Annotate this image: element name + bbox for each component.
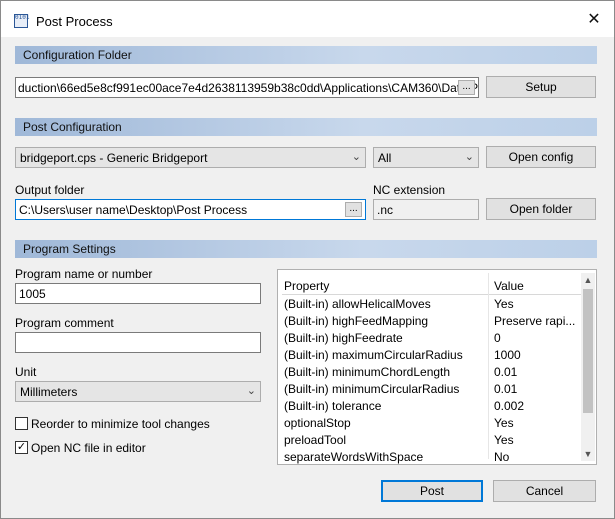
post-filter-value: All	[378, 151, 392, 165]
configuration-folder-path-text: duction\66ed5e8cf991ec00ace7e4d263811395…	[18, 81, 479, 95]
property-row[interactable]: preloadTool Yes	[282, 432, 581, 449]
output-folder-browse-button[interactable]: ...	[345, 202, 362, 217]
chevron-down-icon: ⌄	[246, 385, 256, 397]
grid-header-value[interactable]: Value	[494, 279, 524, 293]
open-folder-button[interactable]: Open folder	[486, 198, 596, 220]
configuration-folder-path-field[interactable]: duction\66ed5e8cf991ec00ace7e4d263811395…	[15, 77, 479, 98]
output-folder-label: Output folder	[15, 183, 85, 197]
property-value[interactable]: 0.01	[494, 365, 578, 379]
section-post-configuration: Post Configuration	[15, 118, 597, 136]
nc-extension-label: NC extension	[373, 183, 446, 197]
cancel-button[interactable]: Cancel	[493, 480, 596, 502]
section-program-settings: Program Settings	[15, 240, 597, 258]
property-value[interactable]: Yes	[494, 416, 578, 430]
output-folder-value: C:\Users\user name\Desktop\Post Process	[19, 203, 248, 217]
open-config-button[interactable]: Open config	[486, 146, 596, 168]
unit-select[interactable]: Millimeters ⌄	[15, 381, 261, 402]
program-name-value: 1005	[19, 287, 46, 301]
property-row[interactable]: separateWordsWithSpace No	[282, 449, 581, 466]
scroll-up-icon[interactable]: ▲	[581, 273, 595, 287]
unit-label: Unit	[15, 365, 37, 379]
reorder-tool-changes-checkbox[interactable]	[15, 417, 28, 430]
post-properties-grid[interactable]: Property Value (Built-in) allowHelicalMo…	[277, 269, 597, 465]
property-name: (Built-in) allowHelicalMoves	[284, 297, 431, 311]
property-name: preloadTool	[284, 433, 347, 447]
grid-header-property[interactable]: Property	[284, 279, 329, 293]
section-header-program-settings: Program Settings	[23, 242, 116, 256]
chevron-down-icon: ⌄	[351, 151, 361, 163]
property-name: optionalStop	[284, 416, 351, 430]
nc-extension-field[interactable]: .nc	[373, 199, 479, 220]
close-icon[interactable]: ✕	[579, 9, 609, 31]
property-row[interactable]: (Built-in) minimumChordLength 0.01	[282, 364, 581, 381]
post-button[interactable]: Post	[381, 480, 483, 502]
window-title: Post Process	[36, 14, 113, 29]
setup-button[interactable]: Setup	[486, 76, 596, 98]
post-processor-value: bridgeport.cps - Generic Bridgeport	[20, 151, 208, 165]
property-name: (Built-in) highFeedrate	[284, 331, 403, 345]
output-folder-field[interactable]: C:\Users\user name\Desktop\Post Process	[15, 199, 366, 220]
reorder-tool-changes-label: Reorder to minimize tool changes	[31, 417, 210, 431]
chevron-down-icon: ⌄	[464, 151, 474, 163]
scrollbar-thumb[interactable]	[583, 289, 593, 413]
grid-vertical-scrollbar[interactable]: ▲ ▼	[581, 273, 595, 461]
property-name: separateWordsWithSpace	[284, 450, 424, 464]
grid-header: Property Value	[282, 273, 581, 295]
title-bar[interactable]: 0101 Post Process ✕	[1, 1, 614, 37]
post-process-dialog: 0101 Post Process ✕ Configuration Folder…	[0, 0, 615, 519]
post-processor-select[interactable]: bridgeport.cps - Generic Bridgeport ⌄	[15, 147, 366, 168]
unit-value: Millimeters	[20, 385, 78, 399]
property-value[interactable]: Yes	[494, 433, 578, 447]
property-name: (Built-in) maximumCircularRadius	[284, 348, 463, 362]
property-row[interactable]: (Built-in) minimumCircularRadius 0.01	[282, 381, 581, 398]
nc-extension-value: .nc	[377, 203, 394, 217]
app-icon: 0101	[14, 14, 29, 28]
property-row[interactable]: (Built-in) allowHelicalMoves Yes	[282, 296, 581, 313]
program-name-field[interactable]: 1005	[15, 283, 261, 304]
property-value[interactable]: 0	[494, 331, 578, 345]
property-row[interactable]: (Built-in) highFeedMapping Preserve rapi.…	[282, 313, 581, 330]
check-icon: ✓	[16, 441, 27, 453]
scroll-down-icon[interactable]: ▼	[581, 447, 595, 461]
program-comment-label: Program comment	[15, 316, 114, 330]
property-value[interactable]: 0.002	[494, 399, 578, 413]
property-value[interactable]: 0.01	[494, 382, 578, 396]
property-name: (Built-in) minimumChordLength	[284, 365, 451, 379]
program-name-label: Program name or number	[15, 267, 153, 281]
property-row[interactable]: (Built-in) highFeedrate 0	[282, 330, 581, 347]
property-name: (Built-in) highFeedMapping	[284, 314, 429, 328]
property-value[interactable]: Yes	[494, 297, 578, 311]
property-value[interactable]: 1000	[494, 348, 578, 362]
property-value[interactable]: Preserve rapi...	[494, 314, 578, 328]
property-row[interactable]: (Built-in) maximumCircularRadius 1000	[282, 347, 581, 364]
program-comment-field[interactable]	[15, 332, 261, 353]
section-configuration-folder: Configuration Folder	[15, 46, 597, 64]
section-header-configuration-folder: Configuration Folder	[23, 48, 132, 62]
open-nc-in-editor-checkbox[interactable]: ✓	[15, 441, 28, 454]
open-nc-in-editor-label: Open NC file in editor	[31, 441, 146, 455]
property-row[interactable]: (Built-in) tolerance 0.002	[282, 398, 581, 415]
property-name: (Built-in) minimumCircularRadius	[284, 382, 460, 396]
property-name: (Built-in) tolerance	[284, 399, 382, 413]
property-row[interactable]: optionalStop Yes	[282, 415, 581, 432]
configuration-folder-browse-button[interactable]: ...	[458, 80, 475, 95]
property-value[interactable]: No	[494, 450, 578, 464]
post-filter-select[interactable]: All ⌄	[373, 147, 479, 168]
section-header-post-configuration: Post Configuration	[23, 120, 122, 134]
